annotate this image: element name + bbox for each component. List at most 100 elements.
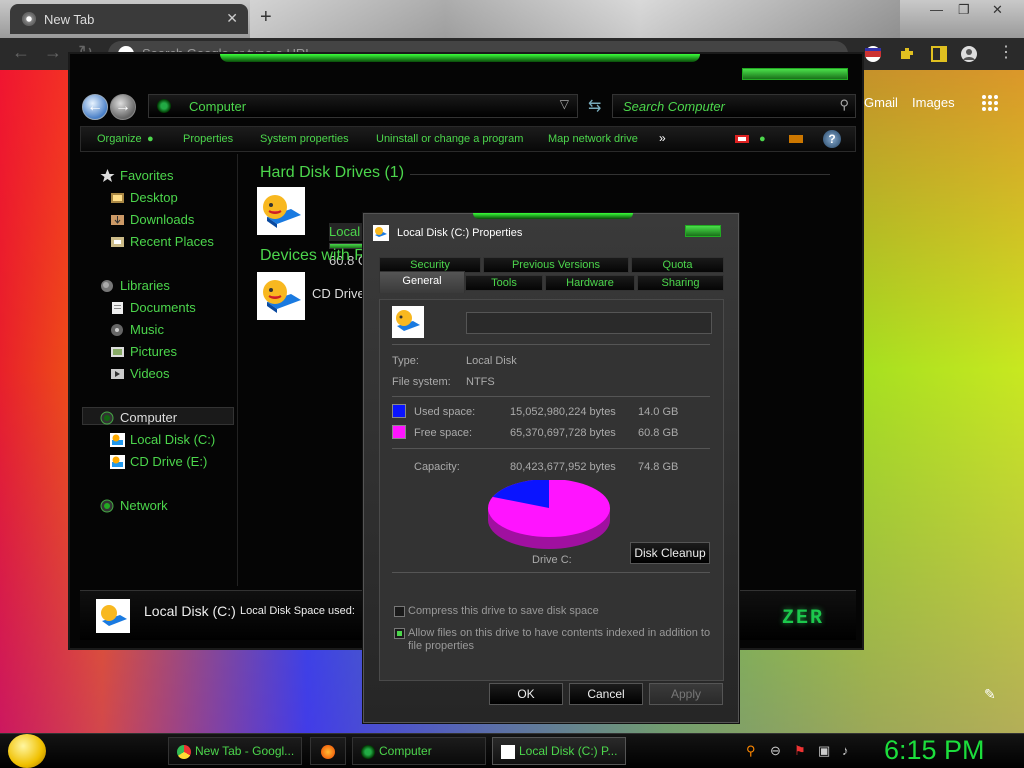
taskbar-item-label: Computer bbox=[379, 744, 432, 758]
system-properties-button[interactable]: System properties bbox=[260, 133, 349, 145]
free-space-size: 60.8 GB bbox=[638, 427, 679, 439]
nav-computer[interactable]: Computer bbox=[100, 410, 177, 425]
extensions-icon[interactable] bbox=[898, 45, 916, 63]
browser-tabstrip: New Tab ✕ + — ❐ ✕ bbox=[0, 0, 1024, 38]
organize-button[interactable]: Organize bbox=[97, 133, 142, 145]
help-icon[interactable]: ? bbox=[823, 130, 841, 148]
index-checkbox[interactable] bbox=[394, 628, 405, 639]
recent-places-icon bbox=[111, 237, 124, 247]
tab-previous-versions[interactable]: Previous Versions bbox=[483, 257, 629, 273]
taskbar-item-properties[interactable]: Local Disk (C:) P... bbox=[492, 737, 626, 765]
menu-icon[interactable]: ⋮ bbox=[998, 42, 1014, 62]
dropdown-arrow-icon[interactable]: ▽ bbox=[560, 97, 569, 111]
nav-network[interactable]: Network bbox=[100, 498, 168, 513]
search-tray-icon[interactable]: ⚲ bbox=[746, 743, 756, 759]
back-button[interactable]: ← bbox=[82, 94, 108, 120]
action-center-icon[interactable]: ⚑ bbox=[794, 743, 806, 759]
back-arrow-icon[interactable]: ← bbox=[12, 42, 30, 63]
nav-downloads[interactable]: Downloads bbox=[110, 212, 194, 227]
window-controls[interactable] bbox=[742, 68, 848, 80]
desktop-icon bbox=[111, 193, 124, 203]
cd-drive-name[interactable]: CD Drive bbox=[312, 286, 365, 301]
ok-button[interactable]: OK bbox=[489, 683, 563, 705]
network-tray-icon[interactable]: ▣ bbox=[818, 743, 830, 759]
restore-icon[interactable]: ❐ bbox=[958, 2, 970, 18]
organize-dropdown-icon: ● bbox=[147, 133, 154, 145]
tab-general[interactable]: General bbox=[379, 271, 465, 293]
address-bar[interactable]: Computer ▽ bbox=[148, 94, 578, 118]
properties-dialog: Local Disk (C:) Properties Security Prev… bbox=[362, 212, 740, 724]
customize-pencil-icon[interactable]: ✎ bbox=[984, 686, 996, 703]
cancel-button[interactable]: Cancel bbox=[569, 683, 643, 705]
minus-tray-icon[interactable]: ⊖ bbox=[770, 743, 781, 759]
tabstrip-wallpaper bbox=[250, 0, 900, 38]
view-options-icon[interactable] bbox=[735, 133, 749, 145]
chrome-icon bbox=[22, 12, 36, 26]
close-icon[interactable]: ✕ bbox=[992, 2, 1003, 18]
taskbar-item-explorer[interactable]: Computer bbox=[352, 737, 486, 765]
nav-documents[interactable]: Documents bbox=[110, 300, 196, 315]
profile-flag-icon[interactable] bbox=[864, 45, 882, 63]
map-network-drive-button[interactable]: Map network drive bbox=[548, 133, 638, 145]
nav-local-disk[interactable]: Local Disk (C:) bbox=[110, 432, 215, 447]
volume-label-input[interactable] bbox=[466, 312, 712, 334]
forward-button[interactable]: → bbox=[110, 94, 136, 120]
nav-desktop[interactable]: Desktop bbox=[110, 190, 178, 205]
cd-drive-icon[interactable] bbox=[257, 272, 305, 320]
taskbar-item-chrome[interactable]: New Tab - Googl... bbox=[168, 737, 302, 765]
search-input[interactable]: Search Computer ⚲ bbox=[612, 94, 856, 118]
properties-button[interactable]: Properties bbox=[183, 133, 233, 145]
libraries-icon bbox=[101, 280, 113, 292]
navigation-pane: Favorites Desktop Downloads Recent Place… bbox=[80, 154, 238, 586]
images-link[interactable]: Images bbox=[912, 95, 955, 110]
videos-icon bbox=[111, 369, 124, 379]
apps-grid-icon[interactable] bbox=[982, 95, 998, 111]
capacity-label: Capacity: bbox=[414, 461, 460, 473]
new-tab-button[interactable]: + bbox=[260, 6, 272, 29]
search-icon[interactable]: ⚲ bbox=[839, 97, 849, 113]
type-label: Type: bbox=[392, 355, 419, 367]
cd-drive-icon bbox=[110, 455, 125, 469]
network-icon bbox=[100, 499, 114, 513]
pictures-icon bbox=[111, 347, 124, 357]
disk-cleanup-button[interactable]: Disk Cleanup bbox=[630, 542, 710, 564]
account-icon[interactable] bbox=[960, 45, 978, 63]
nav-music-label: Music bbox=[130, 322, 164, 337]
apply-button[interactable]: Apply bbox=[649, 683, 723, 705]
dialog-close-button[interactable] bbox=[685, 225, 721, 237]
drive-icon bbox=[373, 225, 389, 241]
tab-close-button[interactable]: ✕ bbox=[226, 10, 238, 27]
more-commands-button[interactable]: » bbox=[659, 131, 666, 145]
refresh-icon[interactable]: ⇆ bbox=[588, 96, 601, 116]
tab-sharing[interactable]: Sharing bbox=[637, 275, 724, 291]
nav-cd-drive[interactable]: CD Drive (E:) bbox=[110, 454, 207, 469]
sidebar-icon[interactable] bbox=[930, 45, 948, 63]
view-dropdown-icon[interactable]: ● bbox=[759, 133, 766, 145]
volume-icon[interactable]: ♪ bbox=[842, 743, 849, 758]
start-button[interactable] bbox=[8, 734, 46, 768]
tab-tools[interactable]: Tools bbox=[465, 275, 543, 291]
drive-icon bbox=[501, 745, 515, 759]
documents-icon bbox=[112, 302, 123, 314]
forward-arrow-icon[interactable]: → bbox=[44, 42, 62, 63]
window-glow bbox=[220, 54, 700, 62]
section-removable-devices: Devices with R bbox=[260, 247, 366, 264]
taskbar-item-label: Local Disk (C:) P... bbox=[519, 744, 618, 758]
drive-c-icon bbox=[257, 187, 305, 235]
browser-tab[interactable]: New Tab ✕ bbox=[10, 4, 248, 34]
nav-recent[interactable]: Recent Places bbox=[110, 234, 214, 249]
nav-favorites[interactable]: Favorites bbox=[100, 168, 173, 183]
compress-checkbox[interactable] bbox=[394, 606, 405, 617]
uninstall-button[interactable]: Uninstall or change a program bbox=[376, 133, 523, 145]
minimize-icon[interactable]: — bbox=[930, 2, 943, 17]
tab-hardware[interactable]: Hardware bbox=[545, 275, 635, 291]
nav-pictures[interactable]: Pictures bbox=[110, 344, 177, 359]
tab-quota[interactable]: Quota bbox=[631, 257, 724, 273]
gmail-link[interactable]: Gmail bbox=[864, 95, 898, 110]
taskbar-item-firefox[interactable] bbox=[310, 737, 346, 765]
nav-videos-label: Videos bbox=[130, 366, 170, 381]
nav-videos[interactable]: Videos bbox=[110, 366, 170, 381]
preview-pane-icon[interactable] bbox=[789, 133, 803, 145]
nav-libraries[interactable]: Libraries bbox=[100, 278, 170, 293]
nav-music[interactable]: Music bbox=[110, 322, 164, 337]
